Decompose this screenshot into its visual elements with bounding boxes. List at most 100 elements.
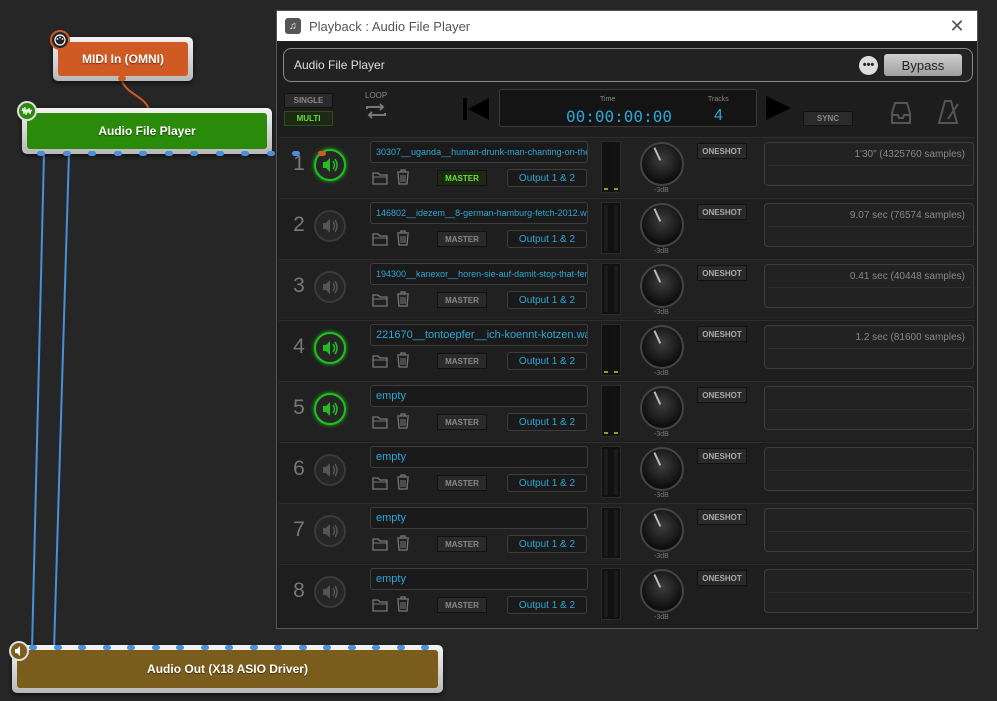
oneshot-button[interactable]: ONESHOT [697,387,747,403]
track-enable-button[interactable] [314,515,346,547]
output-pin[interactable] [292,151,300,156]
play-icon[interactable] [764,95,792,121]
trash-icon[interactable] [396,291,410,307]
track-enable-button[interactable] [314,210,346,242]
trash-icon[interactable] [396,413,410,429]
tray-icon[interactable] [890,101,912,125]
master-button[interactable]: MASTER [437,414,487,430]
output-pin[interactable] [317,151,326,156]
oneshot-button[interactable]: ONESHOT [697,570,747,586]
input-pin[interactable] [53,645,62,650]
output-pin[interactable] [241,151,249,156]
bypass-button[interactable]: Bypass [884,54,962,76]
track-file-field[interactable]: 194300__kanexor__horen-sie-auf-damit-sto… [370,263,588,285]
volume-knob[interactable] [640,447,684,491]
sync-button[interactable]: SYNC [803,111,853,126]
track-enable-button[interactable] [314,271,346,303]
input-pin[interactable] [396,645,405,650]
output-pin[interactable] [113,151,122,156]
folder-icon[interactable] [372,293,388,307]
trash-icon[interactable] [396,596,410,612]
oneshot-button[interactable]: ONESHOT [697,509,747,525]
folder-icon[interactable] [372,354,388,368]
volume-knob[interactable] [640,569,684,613]
window-titlebar[interactable]: ♫ Playback : Audio File Player ✕ [277,11,977,41]
track-enable-button[interactable] [314,454,346,486]
volume-knob[interactable] [640,142,684,186]
volume-knob[interactable] [640,325,684,369]
track-enable-button[interactable] [314,576,346,608]
volume-knob[interactable] [640,508,684,552]
folder-icon[interactable] [372,476,388,490]
trash-icon[interactable] [396,352,410,368]
output-pin[interactable] [266,151,275,156]
trash-icon[interactable] [396,230,410,246]
single-mode-button[interactable]: SINGLE [284,93,333,108]
output-select[interactable]: Output 1 & 2 [507,596,587,614]
output-pin[interactable] [37,151,45,156]
output-pin[interactable] [164,151,173,156]
master-button[interactable]: MASTER [437,231,487,247]
output-select[interactable]: Output 1 & 2 [507,474,587,492]
more-options-icon[interactable]: ••• [859,55,878,75]
track-file-field[interactable]: 30307__uganda__human-drunk-man-chanting-… [370,141,588,163]
folder-icon[interactable] [372,415,388,429]
input-pin[interactable] [372,645,380,650]
graph-canvas[interactable]: MIDI In (OMNI) Audio File Player Audio O… [0,0,997,701]
master-button[interactable]: MASTER [437,170,487,186]
track-enable-button[interactable] [314,393,346,425]
input-pin[interactable] [225,645,233,650]
master-button[interactable]: MASTER [437,597,487,613]
track-file-field[interactable]: 146802__idezem__8-german-hamburg-fetch-2… [370,202,588,224]
output-pin[interactable] [139,151,147,156]
loop-icon[interactable] [363,103,389,119]
output-pin[interactable] [215,151,224,156]
folder-icon[interactable] [372,171,388,185]
master-button[interactable]: MASTER [437,292,487,308]
track-file-field[interactable]: empty [370,507,588,529]
folder-icon[interactable] [372,537,388,551]
oneshot-button[interactable]: ONESHOT [697,143,747,159]
track-file-field[interactable]: empty [370,568,588,590]
volume-knob[interactable] [640,264,684,308]
output-select[interactable]: Output 1 & 2 [507,291,587,309]
trash-icon[interactable] [396,169,410,185]
track-enable-button[interactable] [314,332,346,364]
input-pin[interactable] [200,645,209,650]
input-pin[interactable] [274,645,282,650]
trash-icon[interactable] [396,474,410,490]
metronome-icon[interactable] [937,99,961,125]
output-select[interactable]: Output 1 & 2 [507,169,587,187]
oneshot-button[interactable]: ONESHOT [697,204,747,220]
oneshot-button[interactable]: ONESHOT [697,265,747,281]
input-pin[interactable] [151,645,160,650]
master-button[interactable]: MASTER [437,536,487,552]
master-button[interactable]: MASTER [437,353,487,369]
track-file-field[interactable]: empty [370,385,588,407]
input-pin[interactable] [127,645,135,650]
output-select[interactable]: Output 1 & 2 [507,230,587,248]
output-select[interactable]: Output 1 & 2 [507,352,587,370]
trash-icon[interactable] [396,535,410,551]
midi-in-node[interactable]: MIDI In (OMNI) [53,37,193,81]
folder-icon[interactable] [372,232,388,246]
output-select[interactable]: Output 1 & 2 [507,413,587,431]
oneshot-button[interactable]: ONESHOT [697,326,747,342]
track-file-field[interactable]: empty [370,446,588,468]
volume-knob[interactable] [640,386,684,430]
folder-icon[interactable] [372,598,388,612]
input-pin[interactable] [102,645,111,650]
oneshot-button[interactable]: ONESHOT [697,448,747,464]
input-pin[interactable] [29,645,37,650]
output-pin[interactable] [62,151,71,156]
input-pin[interactable] [249,645,258,650]
input-pin[interactable] [347,645,356,650]
multi-mode-button[interactable]: MULTI [284,111,333,126]
input-pin[interactable] [323,645,331,650]
volume-knob[interactable] [640,203,684,247]
midi-out-pin[interactable] [118,76,126,81]
master-button[interactable]: MASTER [437,475,487,491]
input-pin[interactable] [78,645,86,650]
close-button[interactable]: ✕ [937,16,977,37]
input-pin[interactable] [421,645,429,650]
